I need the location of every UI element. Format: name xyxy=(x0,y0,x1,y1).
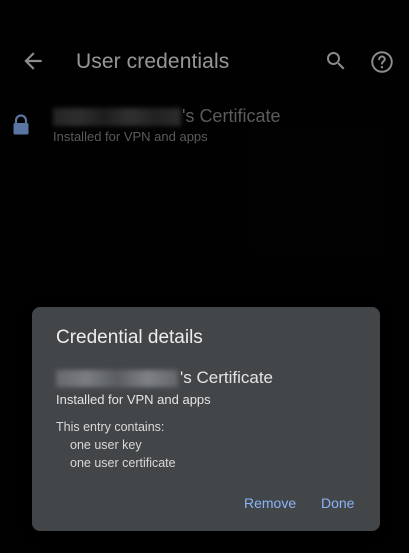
dialog-installed-text: Installed for VPN and apps xyxy=(56,392,211,407)
dialog-certificate-name: 's Certificate xyxy=(180,368,273,387)
dialog-contains-label: This entry contains: xyxy=(56,420,165,434)
dialog-entry: one user key xyxy=(70,438,142,452)
credential-details-dialog: Credential details 's Certificate Instal… xyxy=(32,307,380,531)
redacted-name xyxy=(56,370,178,387)
dialog-title: Credential details xyxy=(56,327,203,348)
dialog-entry: one user certificate xyxy=(70,456,176,470)
remove-button[interactable]: Remove xyxy=(244,495,296,511)
done-button[interactable]: Done xyxy=(321,495,354,511)
screen: User credentials 's Certificate Installe… xyxy=(6,0,403,553)
